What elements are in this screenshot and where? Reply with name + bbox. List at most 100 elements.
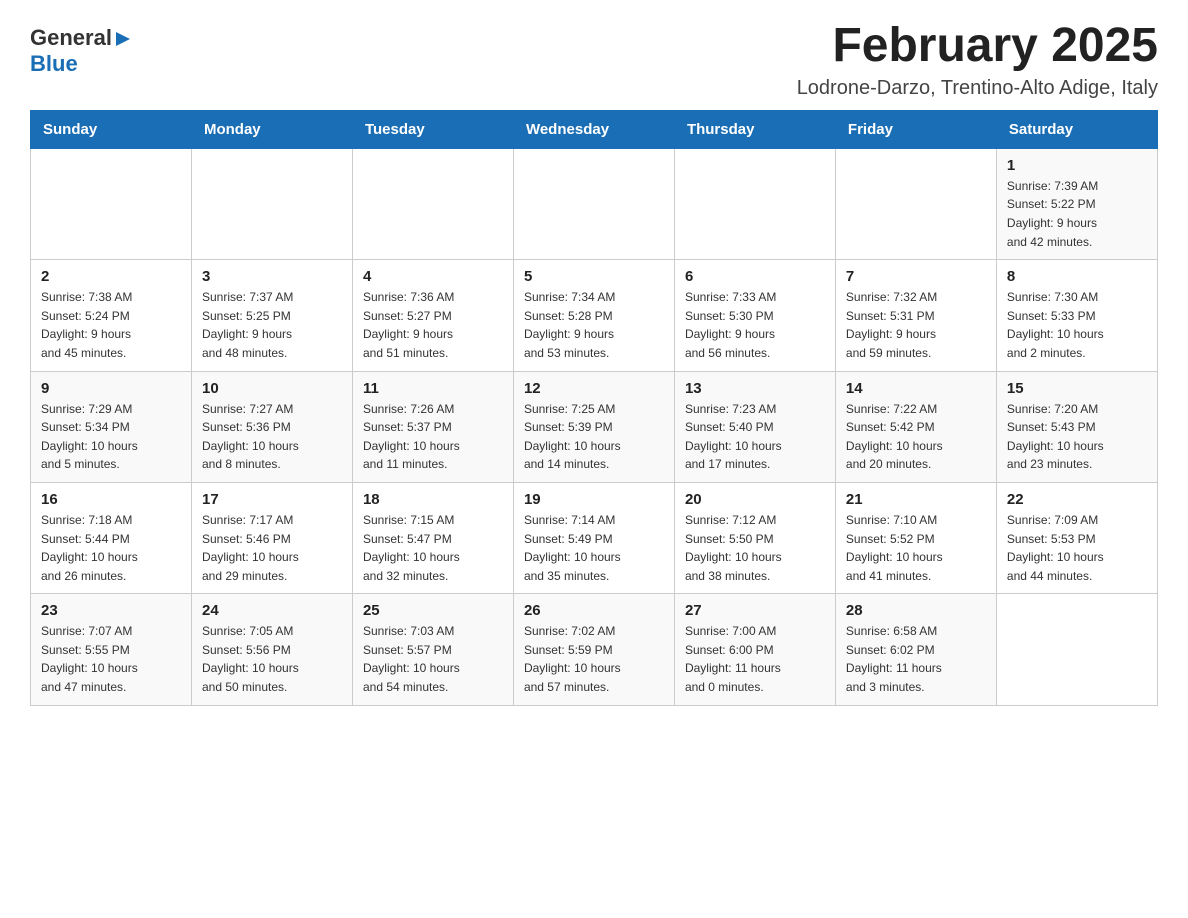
day-number: 26 <box>524 602 664 619</box>
weekday-friday: Friday <box>835 110 996 148</box>
table-row: 7Sunrise: 7:32 AMSunset: 5:31 PMDaylight… <box>835 260 996 371</box>
logo-arrow-icon <box>114 30 132 48</box>
table-row: 12 Sunrise: 7:25 AMSunset: 5:39 PMDayligh… <box>513 371 674 482</box>
day-info: Sunrise: 7:07 AMSunset: 5:55 PMDaylight:… <box>41 622 181 696</box>
table-row: 23 Sunrise: 7:07 AMSunset: 5:55 PMDayligh… <box>31 594 192 705</box>
table-row: 13 Sunrise: 7:23 AMSunset: 5:40 PMDayligh… <box>674 371 835 482</box>
logo-general: General <box>30 25 112 51</box>
table-row: 3 Sunrise: 7:37 AMSunset: 5:25 PMDaylight… <box>191 260 352 371</box>
table-row: 10 Sunrise: 7:27 AMSunset: 5:36 PMDayligh… <box>191 371 352 482</box>
table-row <box>513 148 674 259</box>
day-info: Sunrise: 7:33 AMSunset: 5:30 PMDaylight:… <box>685 288 825 362</box>
title-section: February 2025 Lodrone-Darzo, Trentino-Al… <box>797 20 1158 100</box>
logo: General Blue <box>30 20 132 77</box>
table-row: 28 Sunrise: 6:58 AMSunset: 6:02 PMDayligh… <box>835 594 996 705</box>
table-row: 26 Sunrise: 7:02 AMSunset: 5:59 PMDayligh… <box>513 594 674 705</box>
table-row: 18Sunrise: 7:15 AMSunset: 5:47 PMDayligh… <box>352 482 513 593</box>
day-number: 16 <box>41 491 181 508</box>
table-row: 21 Sunrise: 7:10 AMSunset: 5:52 PMDayligh… <box>835 482 996 593</box>
table-row: 4 Sunrise: 7:36 AMSunset: 5:27 PMDaylight… <box>352 260 513 371</box>
table-row <box>996 594 1157 705</box>
table-row <box>191 148 352 259</box>
table-row: 11 Sunrise: 7:26 AMSunset: 5:37 PMDayligh… <box>352 371 513 482</box>
table-row <box>31 148 192 259</box>
table-row: 17 Sunrise: 7:17 AMSunset: 5:46 PMDayligh… <box>191 482 352 593</box>
day-number: 11 <box>363 380 503 397</box>
page-subtitle: Lodrone-Darzo, Trentino-Alto Adige, Ital… <box>797 77 1158 100</box>
day-info: Sunrise: 7:18 AMSunset: 5:44 PMDaylight:… <box>41 511 181 585</box>
table-row: 1 Sunrise: 7:39 AMSunset: 5:22 PMDaylight… <box>996 148 1157 259</box>
table-row <box>674 148 835 259</box>
day-info: Sunrise: 7:20 AMSunset: 5:43 PMDaylight:… <box>1007 400 1147 474</box>
day-number: 1 <box>1007 157 1147 174</box>
table-row <box>352 148 513 259</box>
table-row: 24 Sunrise: 7:05 AMSunset: 5:56 PMDayligh… <box>191 594 352 705</box>
day-number: 17 <box>202 491 342 508</box>
table-row: 14 Sunrise: 7:22 AMSunset: 5:42 PMDayligh… <box>835 371 996 482</box>
weekday-sunday: Sunday <box>31 110 192 148</box>
calendar-table: Sunday Monday Tuesday Wednesday Thursday… <box>30 110 1158 706</box>
day-info: Sunrise: 7:30 AMSunset: 5:33 PMDaylight:… <box>1007 288 1147 362</box>
day-info: Sunrise: 7:10 AMSunset: 5:52 PMDaylight:… <box>846 511 986 585</box>
day-info: Sunrise: 7:38 AMSunset: 5:24 PMDaylight:… <box>41 288 181 362</box>
day-info: Sunrise: 7:03 AMSunset: 5:57 PMDaylight:… <box>363 622 503 696</box>
table-row: 16 Sunrise: 7:18 AMSunset: 5:44 PMDayligh… <box>31 482 192 593</box>
table-row: 9 Sunrise: 7:29 AMSunset: 5:34 PMDaylight… <box>31 371 192 482</box>
day-info: Sunrise: 7:05 AMSunset: 5:56 PMDaylight:… <box>202 622 342 696</box>
day-number: 10 <box>202 380 342 397</box>
day-number: 23 <box>41 602 181 619</box>
weekday-monday: Monday <box>191 110 352 148</box>
day-number: 25 <box>363 602 503 619</box>
day-number: 28 <box>846 602 986 619</box>
day-number: 7 <box>846 268 986 285</box>
day-number: 15 <box>1007 380 1147 397</box>
day-info: Sunrise: 7:12 AMSunset: 5:50 PMDaylight:… <box>685 511 825 585</box>
weekday-wednesday: Wednesday <box>513 110 674 148</box>
table-row: 19 Sunrise: 7:14 AMSunset: 5:49 PMDayligh… <box>513 482 674 593</box>
table-row: 22 Sunrise: 7:09 AMSunset: 5:53 PMDayligh… <box>996 482 1157 593</box>
table-row: 2Sunrise: 7:38 AMSunset: 5:24 PMDaylight… <box>31 260 192 371</box>
day-info: Sunrise: 7:34 AMSunset: 5:28 PMDaylight:… <box>524 288 664 362</box>
day-info: Sunrise: 7:29 AMSunset: 5:34 PMDaylight:… <box>41 400 181 474</box>
day-number: 24 <box>202 602 342 619</box>
day-number: 27 <box>685 602 825 619</box>
day-number: 8 <box>1007 268 1147 285</box>
day-number: 9 <box>41 380 181 397</box>
day-number: 21 <box>846 491 986 508</box>
table-row <box>835 148 996 259</box>
day-info: Sunrise: 7:36 AMSunset: 5:27 PMDaylight:… <box>363 288 503 362</box>
day-number: 19 <box>524 491 664 508</box>
day-number: 22 <box>1007 491 1147 508</box>
day-info: Sunrise: 7:39 AMSunset: 5:22 PMDaylight:… <box>1007 177 1147 251</box>
weekday-saturday: Saturday <box>996 110 1157 148</box>
page-title: February 2025 <box>797 20 1158 73</box>
table-row: 27Sunrise: 7:00 AMSunset: 6:00 PMDayligh… <box>674 594 835 705</box>
day-info: Sunrise: 7:22 AMSunset: 5:42 PMDaylight:… <box>846 400 986 474</box>
day-number: 12 <box>524 380 664 397</box>
day-info: Sunrise: 7:37 AMSunset: 5:25 PMDaylight:… <box>202 288 342 362</box>
calendar-header-row: Sunday Monday Tuesday Wednesday Thursday… <box>31 110 1158 148</box>
day-info: Sunrise: 7:27 AMSunset: 5:36 PMDaylight:… <box>202 400 342 474</box>
day-info: Sunrise: 7:09 AMSunset: 5:53 PMDaylight:… <box>1007 511 1147 585</box>
table-row: 25 Sunrise: 7:03 AMSunset: 5:57 PMDayligh… <box>352 594 513 705</box>
day-info: Sunrise: 7:14 AMSunset: 5:49 PMDaylight:… <box>524 511 664 585</box>
day-number: 4 <box>363 268 503 285</box>
day-number: 5 <box>524 268 664 285</box>
page-header: General Blue February 2025 Lodrone-Darzo… <box>30 20 1158 100</box>
logo-blue: Blue <box>30 51 78 76</box>
day-number: 20 <box>685 491 825 508</box>
table-row: 8 Sunrise: 7:30 AMSunset: 5:33 PMDaylight… <box>996 260 1157 371</box>
table-row: 15 Sunrise: 7:20 AMSunset: 5:43 PMDayligh… <box>996 371 1157 482</box>
day-number: 3 <box>202 268 342 285</box>
day-info: Sunrise: 7:02 AMSunset: 5:59 PMDaylight:… <box>524 622 664 696</box>
day-number: 14 <box>846 380 986 397</box>
day-number: 13 <box>685 380 825 397</box>
day-info: Sunrise: 7:25 AMSunset: 5:39 PMDaylight:… <box>524 400 664 474</box>
day-info: Sunrise: 7:17 AMSunset: 5:46 PMDaylight:… <box>202 511 342 585</box>
day-info: Sunrise: 7:26 AMSunset: 5:37 PMDaylight:… <box>363 400 503 474</box>
weekday-tuesday: Tuesday <box>352 110 513 148</box>
day-number: 18 <box>363 491 503 508</box>
day-info: Sunrise: 7:23 AMSunset: 5:40 PMDaylight:… <box>685 400 825 474</box>
day-number: 6 <box>685 268 825 285</box>
day-info: Sunrise: 6:58 AMSunset: 6:02 PMDaylight:… <box>846 622 986 696</box>
